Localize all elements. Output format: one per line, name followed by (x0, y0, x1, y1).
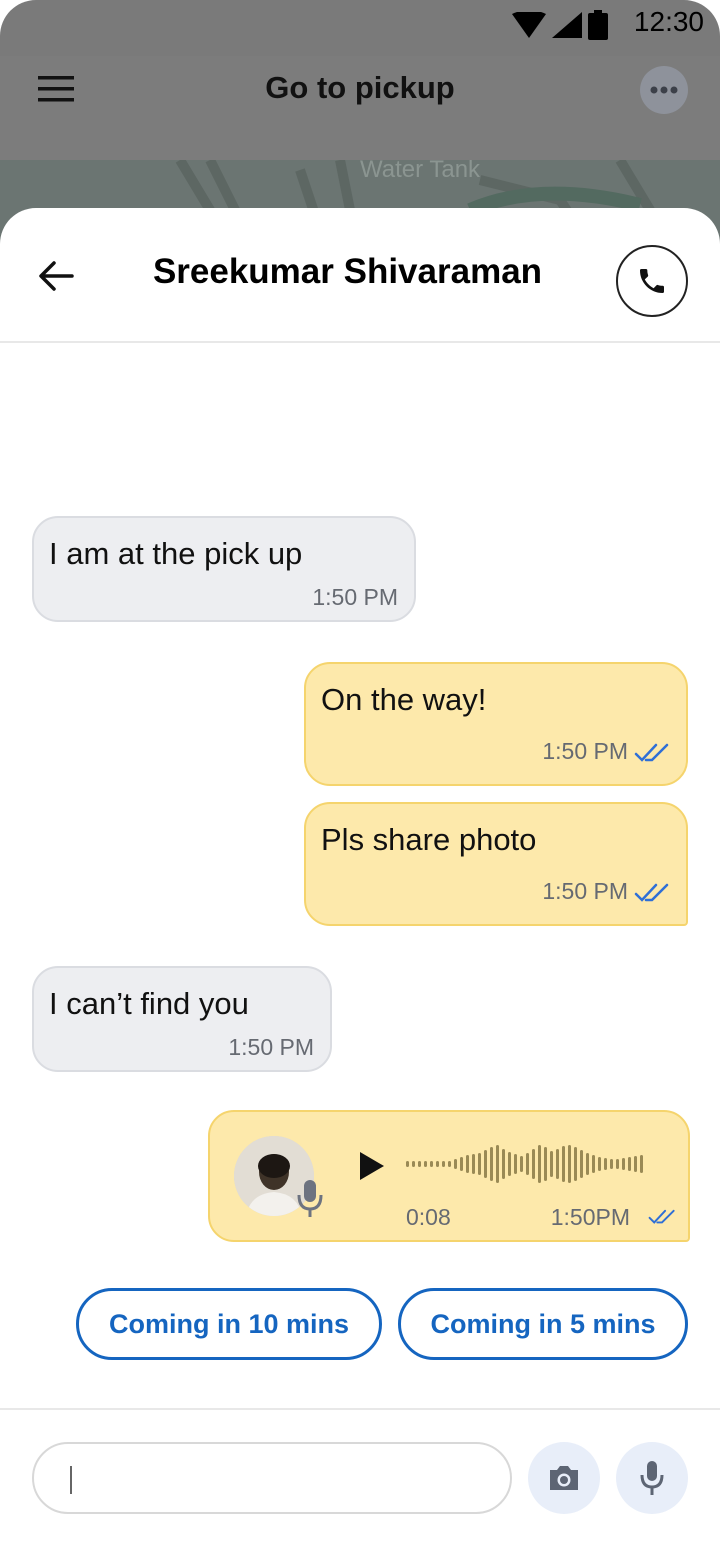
waveform-bar (592, 1155, 595, 1173)
waveform-bar (502, 1149, 505, 1179)
status-icons (512, 10, 608, 40)
back-button[interactable] (34, 254, 78, 298)
waveform-bar (430, 1161, 433, 1167)
status-bar: 12:30 (0, 0, 720, 50)
text-caret (70, 1466, 72, 1494)
message-text: On the way! (321, 682, 487, 717)
message-time: 1:50 PM (312, 584, 398, 610)
waveform-bar (556, 1149, 559, 1179)
waveform-bar (466, 1155, 469, 1173)
waveform-bar (580, 1150, 583, 1178)
camera-button[interactable] (528, 1442, 600, 1514)
waveform-bar (604, 1158, 607, 1170)
waveform-bar (478, 1153, 481, 1175)
waveform-bar (520, 1156, 523, 1172)
message-incoming: I can’t find you 1:50 PM (32, 966, 332, 1072)
waveform-bar (490, 1147, 493, 1181)
waveform-bar (640, 1155, 643, 1173)
mic-button[interactable] (616, 1442, 688, 1514)
voice-duration: 0:08 (406, 1204, 451, 1230)
message-time: 1:50 PM (542, 878, 628, 904)
play-icon[interactable] (358, 1150, 386, 1182)
waveform-bar (472, 1154, 475, 1174)
back-arrow-icon (39, 261, 74, 291)
waveform-bar (532, 1149, 535, 1179)
waveform-bar (586, 1153, 589, 1175)
wifi-icon (512, 12, 546, 38)
more-button[interactable] (640, 66, 688, 114)
message-text: I can’t find you (49, 986, 249, 1021)
contact-name: Sreekumar Shivaraman (152, 252, 543, 291)
message-time: 1:50 PM (228, 1034, 314, 1060)
quick-reply-5-mins[interactable]: Coming in 5 mins (398, 1288, 688, 1360)
waveform-bar (484, 1150, 487, 1178)
waveform-bar (508, 1152, 511, 1176)
waveform-bar (610, 1159, 613, 1169)
waveform-bar (598, 1157, 601, 1171)
message-outgoing: On the way! 1:50 PM (304, 662, 688, 786)
message-time: 1:50 PM (542, 738, 628, 764)
waveform-bar (616, 1159, 619, 1169)
mic-icon (297, 1180, 323, 1217)
waveform-bar (634, 1156, 637, 1172)
message-text: I am at the pick up (49, 536, 303, 571)
waveform-bar (436, 1161, 439, 1167)
waveform-bar (628, 1157, 631, 1171)
signal-icon (552, 12, 582, 38)
waveform-bar (538, 1145, 541, 1183)
waveform-bar (544, 1147, 547, 1181)
waveform-bar (424, 1161, 427, 1167)
camera-icon (550, 1466, 578, 1490)
voice-message: 0:08 1:50PM (208, 1110, 690, 1242)
waveform-bar (496, 1145, 499, 1183)
waveform-bar (574, 1147, 577, 1181)
waveform-bar (460, 1157, 463, 1171)
composer (0, 1408, 720, 1560)
phone-icon (640, 269, 664, 293)
waveform-bar (412, 1161, 415, 1167)
waveform-bar (514, 1154, 517, 1174)
waveform-bar (442, 1161, 445, 1167)
message-text: Pls share photo (321, 822, 537, 857)
waveform-bar (562, 1146, 565, 1182)
waveform-bar (418, 1161, 421, 1167)
waveform[interactable] (406, 1144, 668, 1184)
double-check-icon (634, 883, 669, 902)
chat-header: Sreekumar Shivaraman (0, 208, 720, 343)
status-time: 12:30 (633, 6, 704, 37)
message-outgoing: Pls share photo 1:50 PM (304, 802, 688, 926)
double-check-icon (634, 743, 669, 762)
waveform-bar (622, 1158, 625, 1170)
call-button[interactable] (616, 245, 688, 317)
mic-icon (640, 1461, 664, 1495)
message-input[interactable] (32, 1442, 512, 1514)
more-icon (650, 86, 678, 94)
waveform-bar (454, 1159, 457, 1169)
waveform-bar (448, 1161, 451, 1167)
waveform-bar (406, 1161, 409, 1167)
waveform-bar (526, 1153, 529, 1175)
message-incoming: I am at the pick up 1:50 PM (32, 516, 416, 622)
message-time: 1:50PM (550, 1204, 630, 1230)
waveform-bar (550, 1151, 553, 1177)
double-check-icon (648, 1209, 675, 1224)
battery-icon (588, 10, 608, 40)
quick-reply-10-mins[interactable]: Coming in 10 mins (76, 1288, 382, 1360)
waveform-bar (568, 1145, 571, 1183)
background-title: Go to pickup (265, 70, 455, 105)
map-label: Water Tank (360, 160, 481, 183)
